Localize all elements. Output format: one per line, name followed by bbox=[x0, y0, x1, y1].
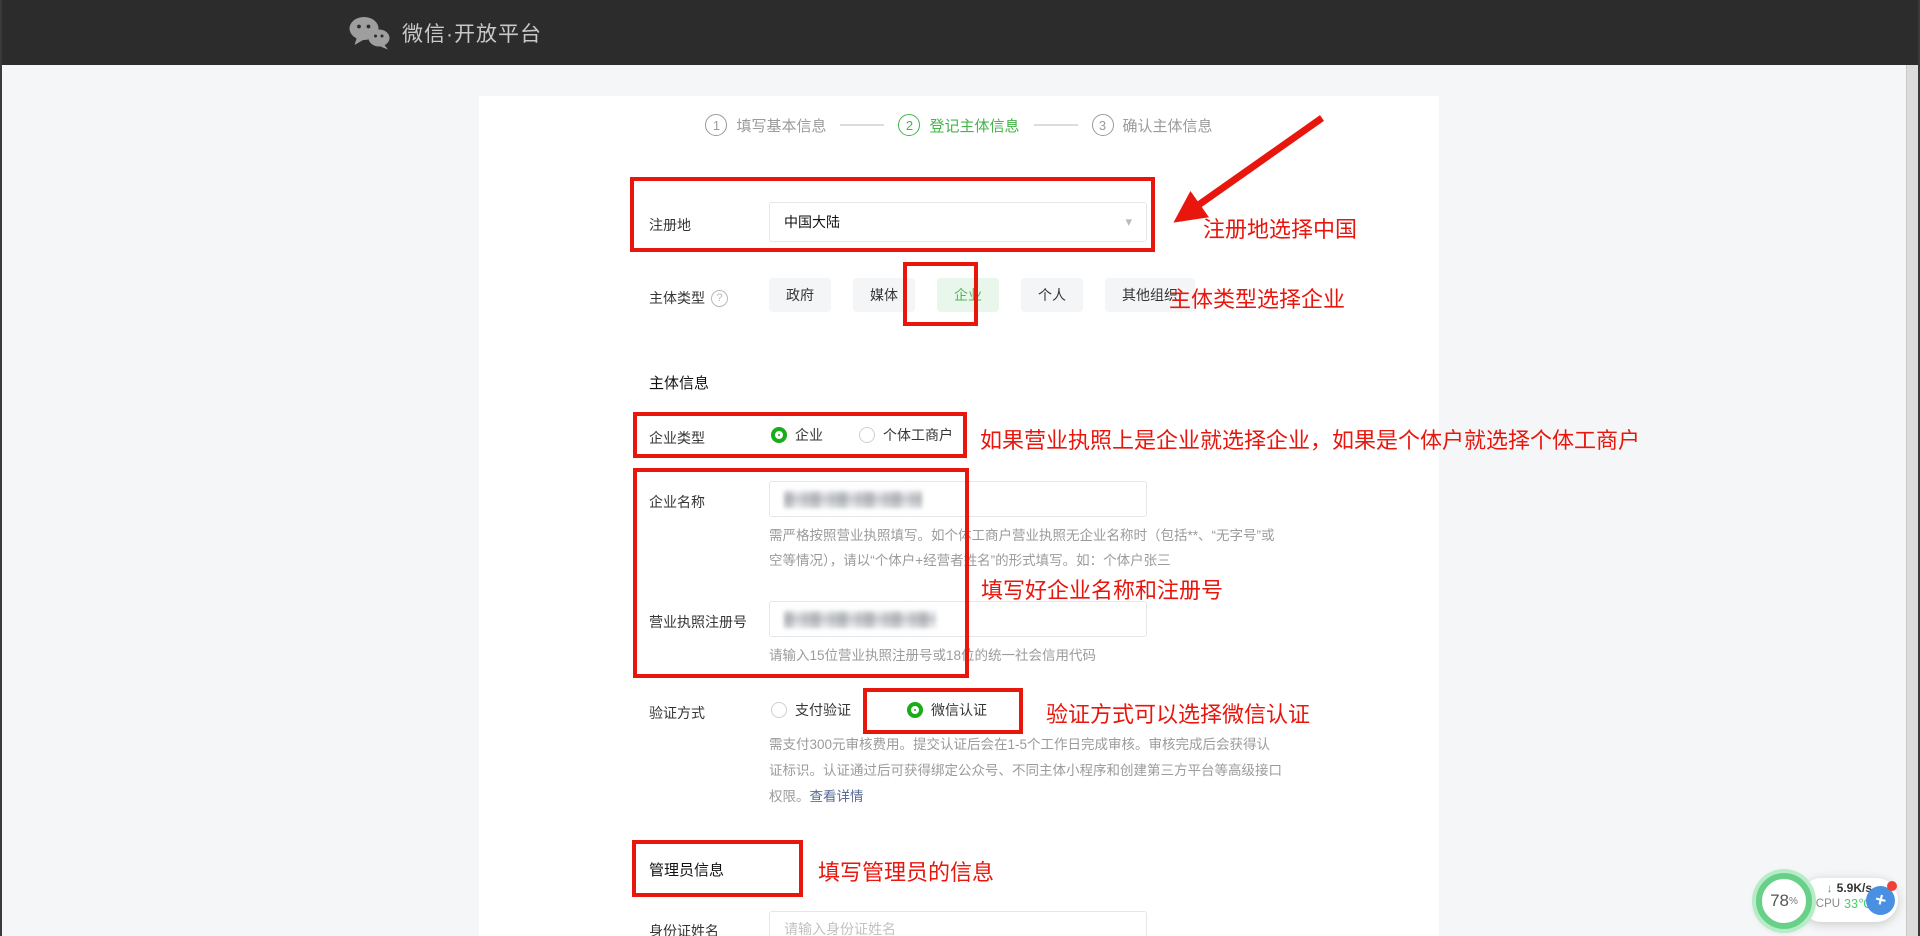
license-number-input[interactable] bbox=[769, 601, 1147, 637]
page: 微信·开放平台 1 填写基本信息 2 登记主体信息 3 确认主体信息 注册地 中… bbox=[0, 0, 1920, 936]
step-3: 3 确认主体信息 bbox=[1092, 114, 1213, 136]
register-location-select[interactable]: 中国大陆 ▾ bbox=[769, 202, 1147, 242]
annotation-text-enterprise-type: 如果营业执照上是企业就选择企业，如果是个体户就选择个体工商户 bbox=[980, 423, 1640, 455]
blurred-redacted-value bbox=[784, 491, 922, 508]
step-2-number: 2 bbox=[898, 114, 920, 136]
subject-type-individual-button[interactable]: 个人 bbox=[1021, 278, 1083, 312]
enterprise-type-option-label: 企业 bbox=[795, 425, 823, 445]
step-3-label: 确认主体信息 bbox=[1123, 115, 1213, 136]
subject-info-section-title: 主体信息 bbox=[649, 372, 709, 393]
annotation-text-subject-type: 主体类型选择企业 bbox=[1169, 282, 1345, 314]
enterprise-type-option-label: 个体工商户 bbox=[883, 425, 953, 445]
verification-option-label: 支付验证 bbox=[795, 700, 851, 720]
register-location-label: 注册地 bbox=[649, 215, 691, 235]
verification-helper: 需支付300元审核费用。提交认证后会在1-5个工作日完成审核。审核完成后会获得认… bbox=[769, 732, 1369, 810]
blurred-redacted-value bbox=[784, 611, 936, 628]
memory-percent-ball[interactable]: 78% bbox=[1756, 873, 1812, 929]
subject-type-label: 主体类型 bbox=[649, 288, 705, 308]
step-dash-2 bbox=[1034, 124, 1078, 126]
annotation-text-register-location: 注册地选择中国 bbox=[1203, 212, 1357, 244]
subject-type-buttons: 政府 媒体 企业 个人 其他组织 bbox=[769, 278, 1195, 312]
verification-method-label: 验证方式 bbox=[649, 703, 705, 723]
enterprise-type-label: 企业类型 bbox=[649, 428, 705, 448]
step-2-label: 登记主体信息 bbox=[929, 115, 1019, 136]
chevron-down-icon: ▾ bbox=[1125, 214, 1132, 230]
enterprise-name-helper: 需严格按照营业执照填写。如个体工商户营业执照无企业名称时（包括**、“无字号”或… bbox=[769, 523, 1369, 573]
step-1: 1 填写基本信息 bbox=[705, 114, 826, 136]
monitor-stats: ↓ 5.9K/s CPU 33℃ bbox=[1814, 881, 1872, 911]
id-name-input[interactable] bbox=[769, 911, 1147, 936]
verification-radio-payment[interactable]: 支付验证 bbox=[771, 700, 851, 720]
radio-unselected-icon bbox=[771, 702, 787, 718]
step-3-number: 3 bbox=[1092, 114, 1114, 136]
vertical-scrollbar[interactable] bbox=[1906, 65, 1918, 936]
annotation-text-admin-info: 填写管理员的信息 bbox=[818, 855, 994, 887]
admin-info-section-title: 管理员信息 bbox=[649, 859, 724, 880]
annotation-text-verification: 验证方式可以选择微信认证 bbox=[1046, 697, 1310, 729]
notification-dot bbox=[1887, 881, 1897, 891]
view-details-link[interactable]: 查看详情 bbox=[810, 789, 864, 804]
plus-icon: + bbox=[1873, 890, 1888, 911]
step-2-active: 2 登记主体信息 bbox=[898, 114, 1019, 136]
question-mark-icon[interactable]: ? bbox=[711, 290, 728, 307]
wechat-logo-icon bbox=[348, 16, 390, 50]
step-1-label: 填写基本信息 bbox=[736, 115, 826, 136]
verification-radio-wechat[interactable]: 微信认证 bbox=[907, 700, 987, 720]
enterprise-type-radio-individual-business[interactable]: 个体工商户 bbox=[859, 425, 953, 445]
radio-selected-icon bbox=[771, 427, 787, 443]
step-dash-1 bbox=[840, 124, 884, 126]
step-1-number: 1 bbox=[705, 114, 727, 136]
enterprise-name-input[interactable] bbox=[769, 481, 1147, 517]
brand-title: 微信·开放平台 bbox=[402, 18, 542, 48]
cpu-label: CPU bbox=[1816, 898, 1840, 910]
memory-percent-unit: % bbox=[1789, 896, 1798, 907]
enterprise-name-label: 企业名称 bbox=[649, 492, 705, 512]
id-name-label: 身份证姓名 bbox=[649, 921, 719, 936]
top-header-bar: 微信·开放平台 bbox=[0, 0, 1920, 65]
radio-selected-icon bbox=[907, 702, 923, 718]
register-location-value: 中国大陆 bbox=[784, 212, 840, 232]
subject-type-enterprise-button[interactable]: 企业 bbox=[937, 278, 999, 312]
subject-type-media-button[interactable]: 媒体 bbox=[853, 278, 915, 312]
radio-unselected-icon bbox=[859, 427, 875, 443]
download-arrow-icon: ↓ bbox=[1827, 881, 1833, 895]
subject-type-government-button[interactable]: 政府 bbox=[769, 278, 831, 312]
enterprise-type-radio-group: 企业 个体工商户 bbox=[771, 425, 953, 445]
enterprise-type-radio-enterprise[interactable]: 企业 bbox=[771, 425, 823, 445]
step-indicator: 1 填写基本信息 2 登记主体信息 3 确认主体信息 bbox=[479, 114, 1439, 136]
license-number-label: 营业执照注册号 bbox=[649, 612, 747, 632]
subject-type-label-wrap: 主体类型 ? bbox=[649, 288, 728, 308]
memory-percent-value: 78 bbox=[1770, 891, 1789, 911]
verification-option-label: 微信认证 bbox=[931, 700, 987, 720]
window-left-border bbox=[0, 0, 2, 936]
annotation-text-name-and-license: 填写好企业名称和注册号 bbox=[981, 573, 1223, 605]
verification-radio-group: 支付验证 微信认证 bbox=[771, 700, 987, 720]
license-number-helper: 请输入15位营业执照注册号或18位的统一社会信用代码 bbox=[769, 643, 1369, 668]
